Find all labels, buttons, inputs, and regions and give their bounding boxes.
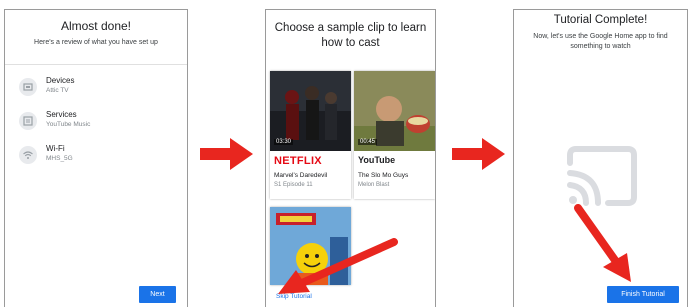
next-button[interactable]: Next: [139, 286, 176, 303]
youtube-logo-text: YouTube: [358, 155, 396, 165]
screen-subtitle: Here's a review of what you have set up: [34, 39, 158, 46]
wifi-icon: [19, 146, 37, 164]
clip-duration: 00:45: [358, 139, 378, 145]
finish-tutorial-button[interactable]: Finish Tutorial: [607, 286, 679, 303]
arrow-to-finish-tutorial: [574, 204, 631, 282]
clip-card-slo-mo-guys[interactable]: 00:45 YouTube The Slo Mo Guys Melon Blas…: [354, 71, 435, 199]
item-label: Services: [46, 110, 77, 119]
item-label: Devices: [46, 76, 75, 85]
item-label: Wi-Fi: [46, 144, 65, 153]
right-arrow-2: [452, 138, 505, 170]
clip-subtitle: Melon Blast: [358, 182, 390, 188]
review-item-services[interactable]: Services YouTube Music: [19, 110, 179, 134]
tv-icon: [19, 78, 37, 96]
youtube-logo: YouTube: [358, 155, 395, 165]
review-item-wifi[interactable]: Wi-Fi MHS_5G: [19, 144, 179, 168]
clip-title: Marvel's Daredevil: [274, 172, 328, 179]
services-icon: [19, 112, 37, 130]
netflix-logo: NETFLIX: [274, 155, 322, 167]
arrow-to-skip-tutorial: [278, 238, 398, 294]
clip-duration: 03:30: [274, 139, 294, 145]
item-value: MHS_5G: [46, 155, 73, 162]
clip-subtitle: S1 Episode 11: [274, 182, 313, 188]
divider: [5, 64, 187, 65]
review-item-devices[interactable]: Devices Attic TV: [19, 76, 179, 100]
screen-title: Tutorial Complete!: [553, 14, 648, 26]
setup-review-screen: Almost done! Here's a review of what you…: [4, 9, 188, 307]
item-value: Attic TV: [46, 87, 69, 94]
screen-subtitle: Now, let's use the Google Home app to fi…: [533, 33, 668, 50]
right-arrow-1: [200, 138, 253, 170]
clip-card-daredevil[interactable]: 03:30 NETFLIX Marvel's Daredevil S1 Epis…: [270, 71, 351, 199]
cast-icon: [567, 146, 637, 206]
item-value: YouTube Music: [46, 121, 91, 128]
clip-title: The Slo Mo Guys: [358, 172, 409, 179]
screen-title: Choose a sample clip to learn how to cas…: [274, 22, 427, 49]
screen-title: Almost done!: [60, 19, 132, 33]
